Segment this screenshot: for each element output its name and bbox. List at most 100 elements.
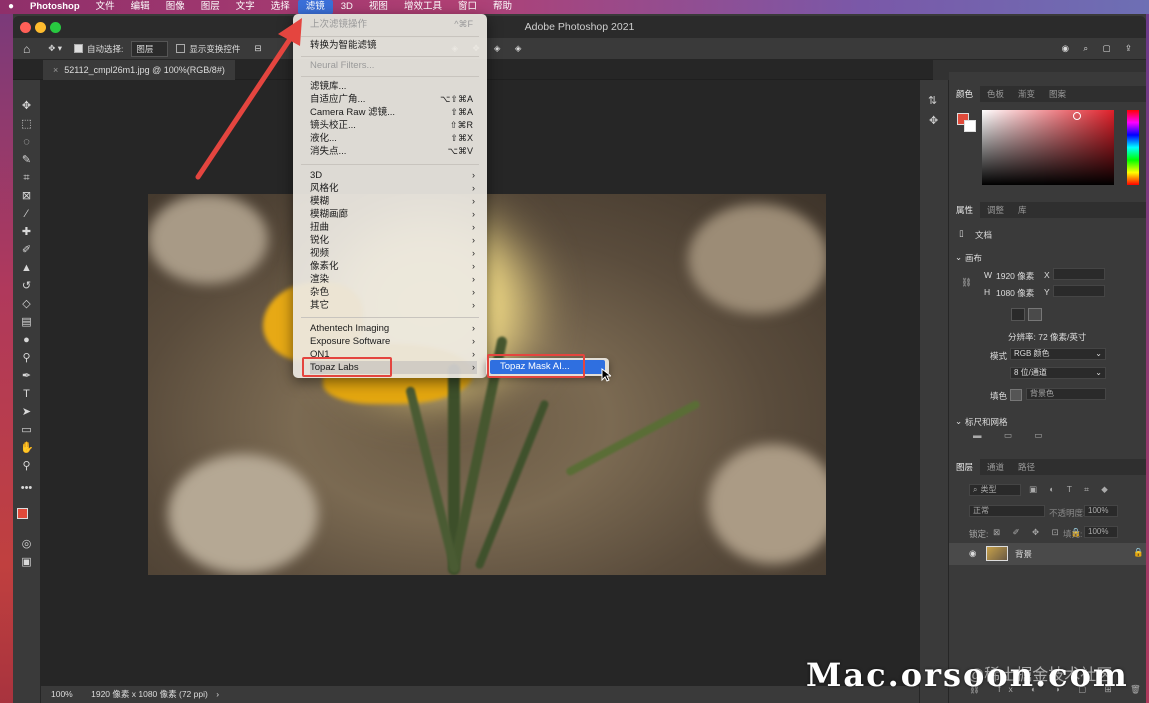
menu-3d[interactable]: 3D [333,0,361,14]
fill-percent-field[interactable]: 100% [1084,526,1118,538]
menu-item-exposure-software[interactable]: Exposure Software › [310,335,477,348]
tab-layers[interactable]: 图层 [949,459,981,475]
menu-item-pixelate[interactable]: 像素化 › [310,260,477,273]
menu-item-render[interactable]: 渲染 › [310,273,477,286]
portrait-orientation-button[interactable] [1011,308,1025,321]
menu-item-noise[interactable]: 杂色 › [310,286,477,299]
share-icons[interactable]: ◉ ⌕ ▢ ⇪ [1062,43,1138,54]
frame-tool-icon[interactable]: ⊠ [20,190,33,202]
menu-select[interactable]: 选择 [263,0,298,14]
menu-item-lens-correction[interactable]: 镜头校正... ⇧⌘R [310,119,477,132]
menu-item-distort[interactable]: 扭曲 › [310,221,477,234]
opacity-field[interactable]: 100% [1084,505,1118,517]
menu-item-liquify[interactable]: 液化... ⇧⌘X [310,132,477,145]
rectangle-tool-icon[interactable]: ▭ [20,424,33,436]
width-value[interactable]: 1920 像素 [996,270,1034,282]
menu-window[interactable]: 窗口 [450,0,485,14]
app-menu[interactable]: Photoshop [22,0,88,14]
menu-image[interactable]: 图像 [158,0,193,14]
foreground-color-swatch[interactable] [17,508,28,519]
y-field[interactable] [1053,285,1105,297]
healing-brush-icon[interactable]: ✚ [20,226,33,238]
fill-color-swatch[interactable] [1010,389,1022,401]
menu-help[interactable]: 帮助 [485,0,520,14]
stamp-tool-icon[interactable]: ▲ [20,262,33,274]
menu-item-camera-raw[interactable]: Camera Raw 滤镜... ⇧⌘A [310,106,477,119]
close-window-button[interactable] [20,22,31,33]
pen-tool-icon[interactable]: ✒ [20,370,33,382]
link-dimensions-icon[interactable]: ⛓ [961,277,972,288]
menu-edit[interactable]: 编辑 [123,0,158,14]
tab-paths[interactable]: 路径 [1011,459,1042,475]
quick-mask-icon[interactable]: ◎ [20,538,33,550]
quick-select-tool-icon[interactable]: ✎ [20,154,33,166]
status-arrow-icon[interactable]: › [216,689,219,699]
history-panel-icon[interactable]: ⇅ [928,94,937,107]
more-tools-icon[interactable]: ••• [20,482,33,494]
crop-tool-icon[interactable]: ⌗ [20,172,33,184]
properties-panel-icon[interactable]: ✥ [929,114,938,127]
type-tool-icon[interactable]: T [20,388,33,400]
menu-item-sharpen[interactable]: 锐化 › [310,234,477,247]
tab-gradients[interactable]: 渐变 [1011,86,1042,102]
menu-file[interactable]: 文件 [88,0,123,14]
marquee-tool-icon[interactable]: ⬚ [20,118,33,130]
menu-item-video[interactable]: 视频 › [310,247,477,260]
screen-mode-icon[interactable]: ▣ [20,556,33,568]
menu-layer[interactable]: 图层 [193,0,228,14]
rulers-section-toggle[interactable]: ⌄ [955,416,962,427]
hand-tool-icon[interactable]: ✋ [20,442,34,454]
minimize-window-button[interactable] [35,22,46,33]
auto-select-checkbox[interactable]: 自动选择: [74,43,123,55]
color-picker-field[interactable] [982,110,1114,185]
layer-row-background[interactable]: ◉ 背景 🔒 [949,543,1146,565]
move-tool-icon[interactable]: ✥ [20,100,33,112]
layer-filter-dropdown[interactable]: ⌕ 类型 [969,484,1021,496]
tab-channels[interactable]: 通道 [980,459,1011,475]
auto-select-dropdown[interactable]: 图层 [131,40,169,57]
ruler-grid-icons[interactable]: ▬ ▭ ▭ [973,430,1052,441]
menu-item-adaptive-wide-angle[interactable]: 自适应广角... ⌥⇧⌘A [310,93,477,106]
apple-menu-icon[interactable]: ● [0,0,22,14]
dodge-tool-icon[interactable]: ⚲ [20,352,33,364]
menu-plugins[interactable]: 增效工具 [396,0,450,14]
blur-tool-icon[interactable]: ● [20,334,33,346]
menu-item-other[interactable]: 其它 › [310,299,477,312]
tab-color[interactable]: 颜色 [949,86,981,102]
tab-swatches[interactable]: 色板 [980,86,1011,102]
color-picker-cursor[interactable] [1073,112,1081,120]
menu-item-blur-gallery[interactable]: 模糊画廊 › [310,208,477,221]
canvas-section-toggle[interactable]: ⌄ [955,252,962,263]
menu-item-blur[interactable]: 模糊 › [310,195,477,208]
tab-libraries[interactable]: 库 [1011,202,1034,218]
history-brush-icon[interactable]: ↺ [20,280,33,292]
menu-filter[interactable]: 滤镜 [297,0,333,14]
tab-patterns[interactable]: 图案 [1042,86,1073,102]
move-tool-icon[interactable]: ✥ ▾ [48,43,62,54]
blend-mode-dropdown[interactable]: 正常 [969,505,1045,517]
background-color-swatch[interactable] [964,120,976,132]
zoom-window-button[interactable] [50,22,61,33]
close-tab-icon[interactable]: × [53,65,58,75]
menu-item-athentech[interactable]: Athentech Imaging › [310,322,477,335]
lasso-tool-icon[interactable]: ◌ [20,136,33,148]
path-select-tool-icon[interactable]: ➤ [20,406,33,418]
mode-dropdown[interactable]: RGB 颜色 ⌄ [1010,348,1106,360]
gradient-tool-icon[interactable]: ▤ [20,316,33,328]
hue-slider[interactable] [1127,110,1139,185]
eyedropper-tool-icon[interactable]: ⁄ [20,208,33,220]
menu-type[interactable]: 文字 [228,0,263,14]
menu-item-3d[interactable]: 3D › [310,169,477,182]
zoom-level[interactable]: 100% [51,689,73,699]
eraser-tool-icon[interactable]: ◇ [20,298,33,310]
menu-item-convert-smart-filter[interactable]: 转换为智能滤镜 [310,39,477,52]
menu-item-vanishing-point[interactable]: 消失点... ⌥⌘V [310,145,477,158]
home-icon[interactable]: ⌂ [23,42,30,56]
height-value[interactable]: 1080 像素 [996,287,1034,299]
zoom-tool-icon[interactable]: ⚲ [20,460,33,472]
x-field[interactable] [1053,268,1105,280]
tab-adjustments[interactable]: 调整 [980,202,1011,218]
fill-dropdown[interactable]: 背景色 [1026,388,1106,400]
bit-depth-dropdown[interactable]: 8 位/通道 ⌄ [1010,367,1106,379]
menu-item-filter-gallery[interactable]: 滤镜库... [310,80,477,93]
